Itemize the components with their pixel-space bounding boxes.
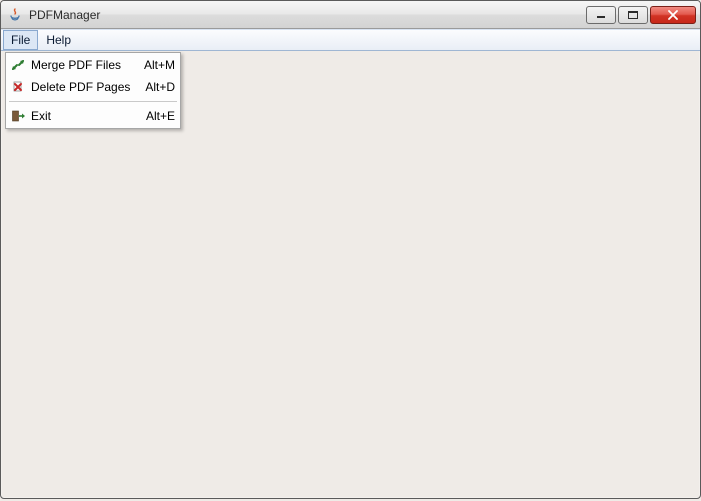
maximize-button[interactable] xyxy=(618,6,648,24)
menu-item-merge-pdf[interactable]: Merge PDF Files Alt+M xyxy=(7,54,179,76)
window-title: PDFManager xyxy=(29,8,586,22)
menu-item-label: Exit xyxy=(31,109,138,123)
menu-item-accel: Alt+M xyxy=(144,58,175,72)
java-icon xyxy=(7,7,23,23)
title-bar: PDFManager xyxy=(1,1,700,29)
menu-item-label: Merge PDF Files xyxy=(31,58,136,72)
menu-bar: File Help xyxy=(1,29,700,51)
minimize-button[interactable] xyxy=(586,6,616,24)
menu-item-delete-pages[interactable]: Delete PDF Pages Alt+D xyxy=(7,76,179,98)
close-button[interactable] xyxy=(650,6,696,24)
menu-item-accel: Alt+D xyxy=(145,80,175,94)
menu-file[interactable]: File xyxy=(3,30,38,50)
exit-icon xyxy=(9,108,27,124)
delete-icon xyxy=(9,79,27,95)
menu-separator xyxy=(9,101,177,102)
window-controls xyxy=(586,1,698,28)
menu-item-label: Delete PDF Pages xyxy=(31,80,137,94)
app-window: PDFManager File Help xyxy=(0,0,701,499)
menu-item-exit[interactable]: Exit Alt+E xyxy=(7,105,179,127)
menu-help[interactable]: Help xyxy=(38,30,79,50)
menu-item-accel: Alt+E xyxy=(146,109,175,123)
file-menu-dropdown: Merge PDF Files Alt+M Delete PDF Pages A… xyxy=(5,52,181,129)
merge-icon xyxy=(9,57,27,73)
